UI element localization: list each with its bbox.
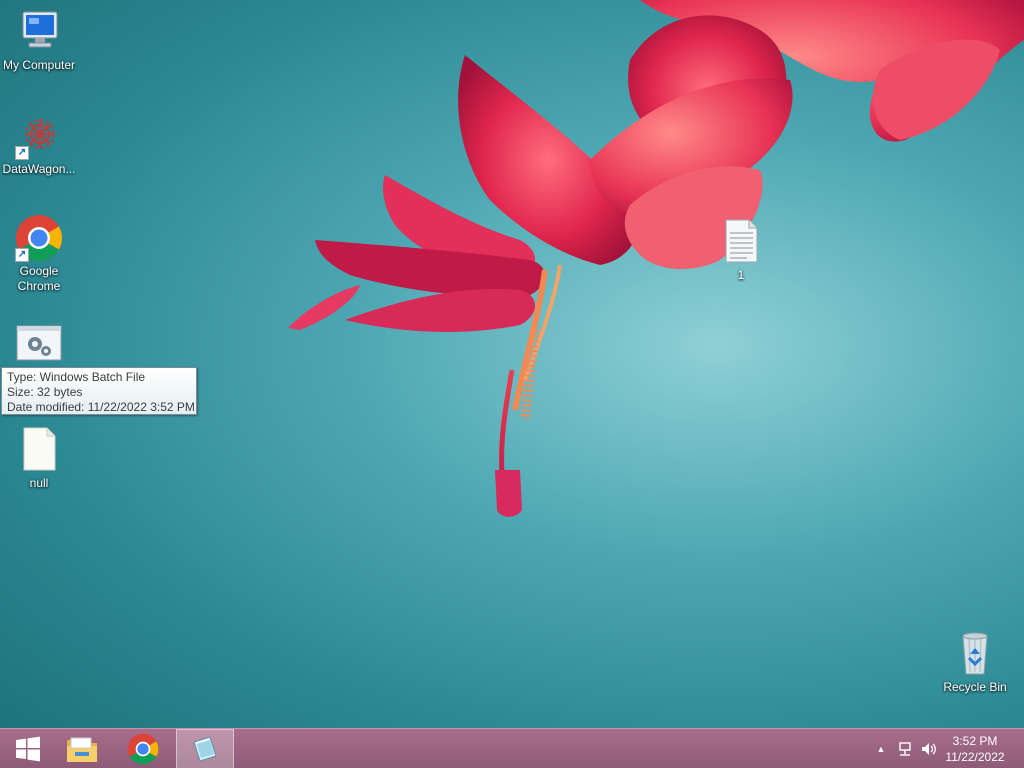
clock-date: 11/22/2022 (945, 750, 1005, 764)
volume-icon (922, 743, 936, 755)
taskbar: ▲ 3:52 PM 11/22/2022 (0, 728, 1024, 768)
windows-start-icon (16, 736, 40, 762)
shortcut-arrow-icon: ↗ (15, 248, 29, 262)
file-info-tooltip: Type: Windows Batch File Size: 32 bytes … (1, 367, 197, 415)
desktop-icon-label: 1 (737, 268, 745, 282)
desktop-icon-label: Google Chrome (17, 264, 61, 293)
text-file-icon (717, 218, 765, 266)
tooltip-date-modified: Date modified: 11/22/2022 3:52 PM (7, 400, 195, 414)
taskbar-file-explorer-button[interactable] (54, 729, 110, 768)
network-icon (899, 742, 911, 756)
start-button[interactable] (0, 729, 56, 768)
taskbar-chrome-button[interactable] (115, 729, 171, 768)
desktop-icon-null-file[interactable]: null (0, 426, 79, 491)
show-hidden-icons-icon: ▲ (876, 744, 886, 754)
taskbar-clock[interactable]: 3:52 PM 11/22/2022 (940, 733, 1010, 765)
network-tray-button[interactable] (894, 729, 916, 768)
recycle-bin-icon (951, 630, 999, 678)
desktop-icon-google-chrome[interactable]: ↗ Google Chrome (0, 214, 79, 294)
shortcut-arrow-icon: ↗ (15, 146, 29, 160)
desktop-icon-label: null (29, 476, 49, 490)
desktop-icon-text-file-1[interactable]: 1 (701, 218, 781, 283)
desktop-wallpaper (288, 0, 1024, 517)
tooltip-size: Size: 32 bytes (7, 385, 83, 399)
desktop-icon-my-computer[interactable]: My Computer (0, 8, 79, 73)
desktop-icon-recycle-bin[interactable]: Recycle Bin (935, 630, 1015, 695)
datawagon-icon: ↗ (15, 112, 63, 160)
notepad-icon (193, 736, 217, 762)
volume-tray-button[interactable] (918, 729, 940, 768)
blank-file-icon (15, 426, 63, 474)
desktop-icon-label: My Computer (2, 58, 76, 72)
show-hidden-icons-button[interactable]: ▲ (872, 729, 890, 768)
file-explorer-icon (67, 737, 97, 762)
my-computer-icon (15, 8, 63, 56)
desktop-icon-label: DataWagon... (2, 162, 76, 176)
taskbar-notepad-button[interactable] (176, 729, 234, 768)
tooltip-type: Type: Windows Batch File (7, 370, 146, 384)
batch-file-icon (15, 324, 63, 372)
clock-time: 3:52 PM (952, 734, 998, 748)
chrome-icon (127, 733, 159, 765)
desktop-icon-datawagon[interactable]: ↗ DataWagon... (0, 112, 79, 177)
desktop-icon-label: Recycle Bin (943, 680, 1007, 694)
chrome-icon: ↗ (15, 214, 63, 262)
